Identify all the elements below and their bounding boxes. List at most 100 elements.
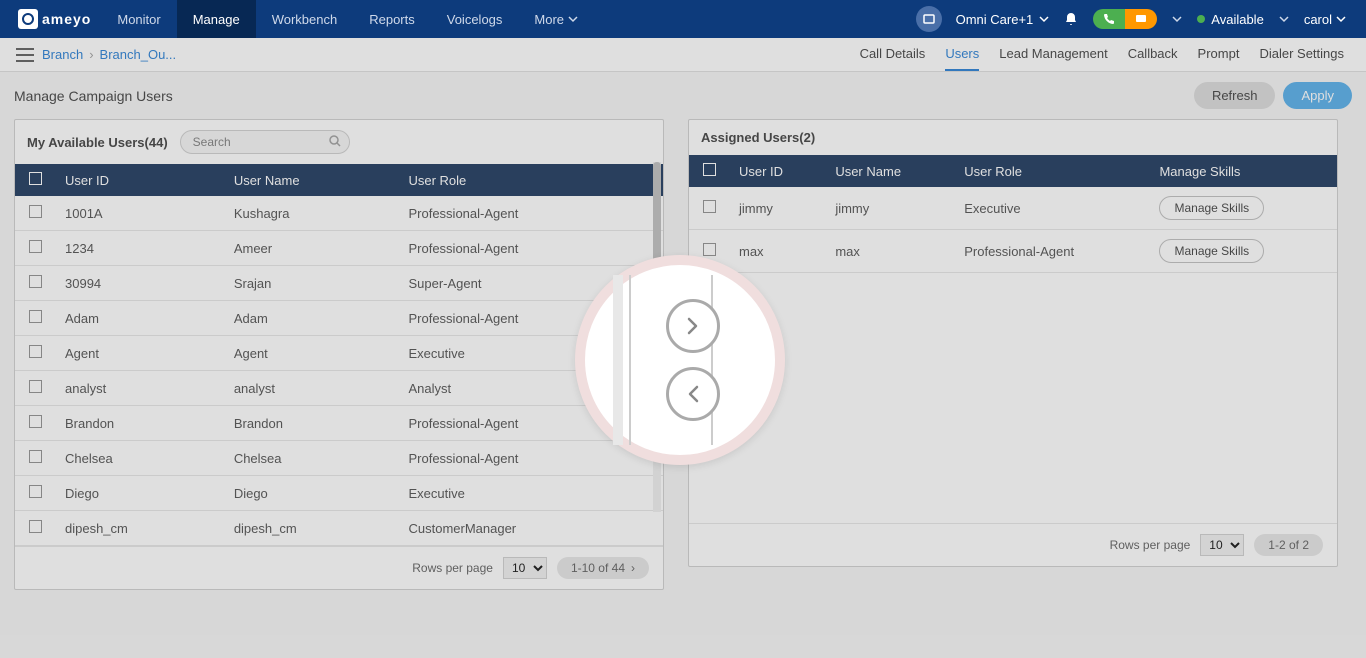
row-checkbox[interactable] <box>29 205 42 218</box>
rows-per-page-label: Rows per page <box>412 561 493 575</box>
pager-info: 1-10 of 44 › <box>557 557 649 579</box>
panel-header: Assigned Users(2) <box>689 120 1337 155</box>
apply-button[interactable]: Apply <box>1283 82 1352 109</box>
row-checkbox[interactable] <box>29 380 42 393</box>
table-row[interactable]: 1234AmeerProfessional-Agent <box>15 231 663 266</box>
row-checkbox[interactable] <box>29 275 42 288</box>
row-checkbox[interactable] <box>29 450 42 463</box>
manage-skills-button[interactable]: Manage Skills <box>1159 196 1264 220</box>
available-users-panel: My Available Users(44) User ID User Name… <box>14 119 664 590</box>
table-row[interactable]: DiegoDiegoExecutive <box>15 476 663 511</box>
assigned-users-table: User ID User Name User Role Manage Skill… <box>689 155 1337 273</box>
search-box <box>180 130 350 154</box>
status-label: Available <box>1211 12 1264 27</box>
cell-user-id: 30994 <box>55 266 224 301</box>
user-label: carol <box>1304 12 1332 27</box>
panel-header: My Available Users(44) <box>15 120 663 164</box>
nav-items: Monitor Manage Workbench Reports Voicelo… <box>101 0 594 38</box>
cell-user-id: Diego <box>55 476 224 511</box>
table-row[interactable]: jimmyjimmyExecutiveManage Skills <box>689 187 1337 230</box>
row-checkbox[interactable] <box>29 520 42 533</box>
cell-user-id: Brandon <box>55 406 224 441</box>
table-row[interactable]: maxmaxProfessional-AgentManage Skills <box>689 230 1337 273</box>
chevron-right-icon[interactable]: › <box>631 561 635 575</box>
cell-user-role: Professional-Agent <box>398 231 663 266</box>
tab-dialer-settings[interactable]: Dialer Settings <box>1259 38 1344 71</box>
row-checkbox[interactable] <box>29 310 42 323</box>
page-actions: Refresh Apply <box>1194 82 1352 109</box>
col-user-role: User Role <box>954 155 1149 187</box>
user-menu[interactable]: carol <box>1304 12 1346 27</box>
select-all-checkbox[interactable] <box>29 172 42 185</box>
tab-prompt[interactable]: Prompt <box>1198 38 1240 71</box>
cell-user-id: dipesh_cm <box>55 511 224 546</box>
select-all-checkbox[interactable] <box>703 163 716 176</box>
notification-bell-icon[interactable] <box>1063 11 1079 27</box>
rows-per-page-select[interactable]: 10 <box>1200 534 1244 556</box>
table-row[interactable]: 1001AKushagraProfessional-Agent <box>15 196 663 231</box>
table-row[interactable]: 30994SrajanSuper-Agent <box>15 266 663 301</box>
row-checkbox[interactable] <box>703 243 716 256</box>
tab-lead-management[interactable]: Lead Management <box>999 38 1107 71</box>
cell-user-role: Executive <box>954 187 1149 230</box>
pager-left: Rows per page 10 1-10 of 44 › <box>15 546 663 589</box>
search-input[interactable] <box>180 130 350 154</box>
cell-user-role: Professional-Agent <box>398 196 663 231</box>
breadcrumb-branch[interactable]: Branch <box>42 47 83 62</box>
nav-voicelogs[interactable]: Voicelogs <box>431 0 519 38</box>
row-checkbox[interactable] <box>703 200 716 213</box>
tab-users[interactable]: Users <box>945 38 979 71</box>
window-icon[interactable] <box>916 6 942 32</box>
move-right-button[interactable] <box>666 299 720 353</box>
move-left-button[interactable] <box>666 367 720 421</box>
chat-pill[interactable] <box>1125 9 1157 29</box>
row-checkbox[interactable] <box>29 240 42 253</box>
hamburger-icon[interactable] <box>8 48 42 62</box>
table-row[interactable]: analystanalystAnalyst <box>15 371 663 406</box>
omni-dropdown[interactable]: Omni Care+1 <box>956 12 1050 27</box>
cell-user-role: CustomerManager <box>398 511 663 546</box>
cell-user-name: dipesh_cm <box>224 511 399 546</box>
refresh-button[interactable]: Refresh <box>1194 82 1276 109</box>
status-available[interactable]: Available <box>1197 12 1264 27</box>
chevron-right-icon <box>683 316 703 336</box>
table-row[interactable]: AdamAdamProfessional-Agent <box>15 301 663 336</box>
row-checkbox[interactable] <box>29 415 42 428</box>
rows-per-page-label: Rows per page <box>1110 538 1191 552</box>
tab-callback[interactable]: Callback <box>1128 38 1178 71</box>
nav-more-label: More <box>534 12 564 27</box>
col-user-role: User Role <box>398 164 663 196</box>
nav-workbench[interactable]: Workbench <box>256 0 354 38</box>
nav-monitor[interactable]: Monitor <box>101 0 176 38</box>
table-row[interactable]: ChelseaChelseaProfessional-Agent <box>15 441 663 476</box>
rows-per-page-select[interactable]: 10 <box>503 557 547 579</box>
cell-user-id: Adam <box>55 301 224 336</box>
chevron-down-icon[interactable] <box>1278 13 1290 25</box>
chevron-down-icon <box>1336 14 1346 24</box>
tab-call-details[interactable]: Call Details <box>860 38 926 71</box>
row-checkbox[interactable] <box>29 485 42 498</box>
page-row: Manage Campaign Users Refresh Apply <box>0 72 1366 119</box>
cell-user-name: max <box>825 230 954 273</box>
col-user-name: User Name <box>825 155 954 187</box>
cell-user-role: Professional-Agent <box>954 230 1149 273</box>
breadcrumb-branch-ou[interactable]: Branch_Ou... <box>100 47 177 62</box>
chevron-right-icon: › <box>89 47 93 62</box>
cell-user-name: Diego <box>224 476 399 511</box>
cell-user-name: Brandon <box>224 406 399 441</box>
row-checkbox[interactable] <box>29 345 42 358</box>
chevron-down-icon[interactable] <box>1171 13 1183 25</box>
manage-skills-button[interactable]: Manage Skills <box>1159 239 1264 263</box>
phone-pill[interactable] <box>1093 9 1125 29</box>
table-row[interactable]: dipesh_cmdipesh_cmCustomerManager <box>15 511 663 546</box>
table-row[interactable]: BrandonBrandonProfessional-Agent <box>15 406 663 441</box>
cell-user-name: Adam <box>224 301 399 336</box>
cell-user-name: Agent <box>224 336 399 371</box>
nav-manage[interactable]: Manage <box>177 0 256 38</box>
cell-user-id: max <box>729 230 825 273</box>
nav-reports[interactable]: Reports <box>353 0 431 38</box>
nav-more[interactable]: More <box>518 0 594 38</box>
table-row[interactable]: AgentAgentExecutive <box>15 336 663 371</box>
assigned-users-title: Assigned Users(2) <box>701 130 815 145</box>
logo-text: ameyo <box>42 11 91 27</box>
